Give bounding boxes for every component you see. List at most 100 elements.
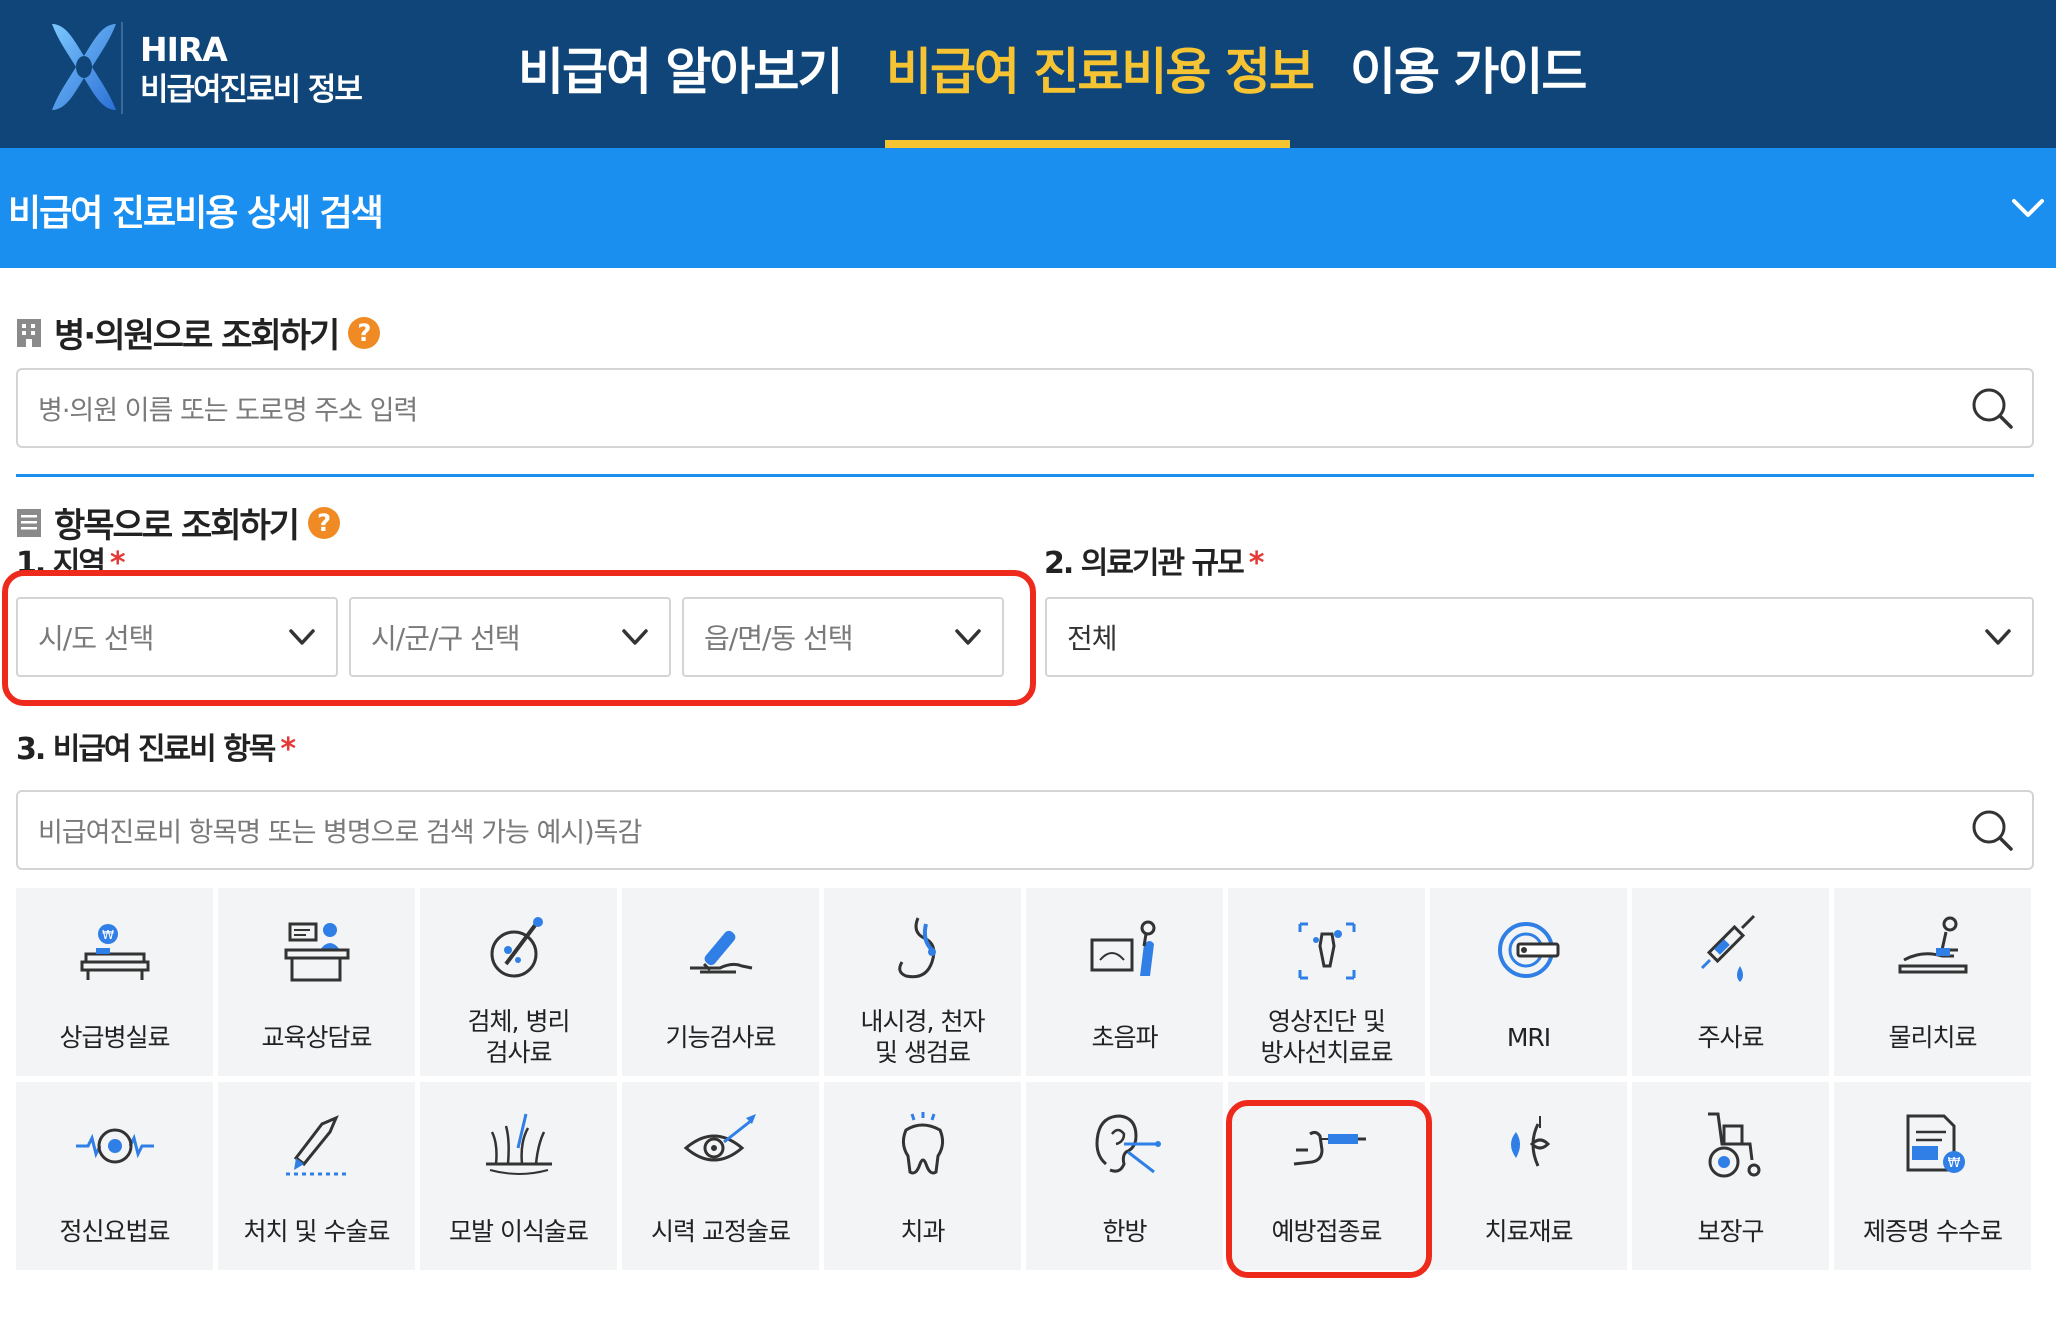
- item-search-input[interactable]: 비급여진료비 항목명 또는 병명으로 검색 가능 예시)독감: [16, 790, 2034, 870]
- hospital-search-title: 병·의원으로 조회하기: [54, 316, 340, 356]
- search-icon[interactable]: [1970, 808, 2014, 852]
- category-label: 치과: [900, 1217, 945, 1246]
- institution-size-value: 전체: [1067, 622, 1118, 655]
- item-label-text: 3. 비급여 진료비 항목: [16, 732, 276, 767]
- category-card-surgery[interactable]: 처치 및 수술료: [218, 1082, 415, 1270]
- category-label: 한방: [1102, 1217, 1147, 1246]
- search-icon[interactable]: [1970, 386, 2014, 430]
- nav-item-cost-info[interactable]: 비급여 진료비용 정보: [886, 32, 1315, 104]
- detail-search-bar[interactable]: 비급여 진료비용 상세 검색: [0, 148, 2056, 268]
- category-card-function-test[interactable]: 기능검사료: [622, 888, 819, 1076]
- category-card-private-room[interactable]: ₩ 상급병실료: [16, 888, 213, 1076]
- help-icon[interactable]: ?: [348, 316, 381, 349]
- hospital-search-input[interactable]: 병·의원 이름 또는 도로명 주소 입력: [16, 368, 2034, 448]
- item-label: 3. 비급여 진료비 항목 *: [16, 724, 296, 768]
- active-nav-indicator: [885, 140, 1290, 148]
- certificate-icon: ₩: [1906, 1114, 1965, 1173]
- function-test-icon: [690, 930, 753, 974]
- category-label: 영상진단 및 방사선치료료: [1260, 1007, 1393, 1067]
- chevron-down-icon[interactable]: [2010, 190, 2046, 226]
- category-label: MRI: [1506, 1023, 1551, 1052]
- category-label: 검체, 병리 검사료: [467, 1007, 571, 1067]
- category-label: 치료재료: [1484, 1217, 1573, 1246]
- category-card-dental[interactable]: 치과: [824, 1082, 1021, 1270]
- category-label: 처치 및 수술료: [243, 1217, 391, 1246]
- building-icon: [17, 318, 41, 347]
- hira-logo-icon[interactable]: [44, 20, 124, 114]
- hair-transplant-icon: [486, 1113, 552, 1175]
- category-card-hair-transplant[interactable]: 모발 이식술료: [420, 1082, 617, 1270]
- region-label-text: 1. 지역: [16, 546, 106, 581]
- hospital-search-heading: 병·의원으로 조회하기 ?: [16, 308, 381, 357]
- help-icon[interactable]: ?: [308, 506, 341, 539]
- province-select-value: 시/도 선택: [38, 622, 154, 655]
- category-card-injection[interactable]: 주사료: [1632, 888, 1829, 1076]
- category-card-certificate-fee[interactable]: ₩ 제증명 수수료: [1834, 1082, 2031, 1270]
- category-label: 주사료: [1697, 1023, 1764, 1052]
- specimen-test-icon: [490, 917, 543, 978]
- eye-laser-icon: [683, 1114, 756, 1162]
- category-card-materials[interactable]: 치료재료: [1430, 1082, 1627, 1270]
- category-label: 예방접종료: [1271, 1217, 1382, 1246]
- category-label: 모발 이식술료: [449, 1217, 589, 1246]
- category-card-psychotherapy[interactable]: 정신요법료: [16, 1082, 213, 1270]
- category-label: 기능검사료: [665, 1023, 776, 1052]
- lens-material-icon: [1511, 1116, 1551, 1167]
- tooth-icon: [901, 1112, 945, 1175]
- category-label: 시력 교정술료: [651, 1217, 791, 1246]
- category-card-endoscopy[interactable]: 내시경, 천자 및 생검료: [824, 888, 1021, 1076]
- category-card-assistive-device[interactable]: 보장구: [1632, 1082, 1829, 1270]
- mri-icon: [1498, 922, 1560, 978]
- physical-therapy-icon: [1898, 916, 1968, 974]
- category-label: 정신요법료: [59, 1217, 170, 1246]
- nav-item-guide[interactable]: 이용 가이드: [1350, 32, 1587, 104]
- category-label: 상급병실료: [59, 1023, 170, 1052]
- category-card-imaging[interactable]: 영상진단 및 방사선치료료: [1228, 888, 1425, 1076]
- category-card-vision[interactable]: 시력 교정술료: [622, 1082, 819, 1270]
- institution-size-label-text: 2. 의료기관 규모: [1044, 546, 1245, 581]
- category-card-mri[interactable]: MRI: [1430, 888, 1627, 1076]
- category-card-specimen[interactable]: 검체, 병리 검사료: [420, 888, 617, 1076]
- syringe-icon: [1700, 914, 1756, 982]
- category-card-physical-therapy[interactable]: 물리치료: [1834, 888, 2031, 1076]
- nav-item-about[interactable]: 비급여 알아보기: [518, 32, 843, 104]
- category-label: 보장구: [1697, 1217, 1764, 1246]
- town-select-value: 읍/면/동 선택: [704, 622, 854, 655]
- category-card-vaccination[interactable]: 예방접종료: [1228, 1082, 1425, 1270]
- category-label: 초음파: [1091, 1023, 1158, 1052]
- svg-text:₩: ₩: [1948, 1156, 1961, 1171]
- category-card-ultrasound[interactable]: 초음파: [1026, 888, 1223, 1076]
- scalpel-icon: [286, 1115, 348, 1176]
- detail-search-title: 비급여 진료비용 상세 검색: [8, 193, 384, 234]
- city-select-value: 시/군/구 선택: [371, 622, 521, 655]
- region-label: 1. 지역 *: [16, 538, 126, 582]
- wheelchair-icon: [1708, 1112, 1761, 1178]
- acupuncture-ear-icon: [1095, 1114, 1161, 1174]
- category-card-oriental-medicine[interactable]: 한방: [1026, 1082, 1223, 1270]
- city-select[interactable]: 시/군/구 선택: [349, 597, 671, 677]
- category-label: 물리치료: [1888, 1023, 1977, 1052]
- hospital-bed-icon: ₩: [80, 924, 150, 980]
- chevron-down-icon: [1985, 629, 2011, 645]
- svg-text:₩: ₩: [102, 928, 114, 942]
- required-mark: *: [280, 732, 296, 767]
- institution-size-label: 2. 의료기관 규모 *: [1044, 538, 1265, 582]
- hospital-search-placeholder: 병·의원 이름 또는 도로명 주소 입력: [38, 395, 418, 427]
- category-label: 내시경, 천자 및 생검료: [860, 1007, 986, 1067]
- chevron-down-icon: [289, 629, 315, 645]
- town-select[interactable]: 읍/면/동 선택: [682, 597, 1004, 677]
- item-search-placeholder: 비급여진료비 항목명 또는 병명으로 검색 가능 예시)독감: [38, 817, 642, 849]
- ultrasound-icon: [1090, 920, 1156, 976]
- category-card-education[interactable]: 교육상담료: [218, 888, 415, 1076]
- logo-subtitle[interactable]: 비급여진료비 정보: [140, 64, 363, 109]
- province-select[interactable]: 시/도 선택: [16, 597, 338, 677]
- counseling-desk-icon: [284, 922, 350, 982]
- required-mark: *: [1248, 546, 1265, 581]
- category-label: 제증명 수수료: [1863, 1217, 2003, 1246]
- section-divider: [16, 474, 2034, 477]
- logo-divider: [121, 22, 123, 114]
- list-document-icon: [17, 508, 41, 537]
- vaccine-arm-icon: [1293, 1130, 1366, 1166]
- top-nav: HIRA 비급여진료비 정보 비급여 알아보기 비급여 진료비용 정보 이용 가…: [0, 0, 2056, 148]
- institution-size-select[interactable]: 전체: [1045, 597, 2034, 677]
